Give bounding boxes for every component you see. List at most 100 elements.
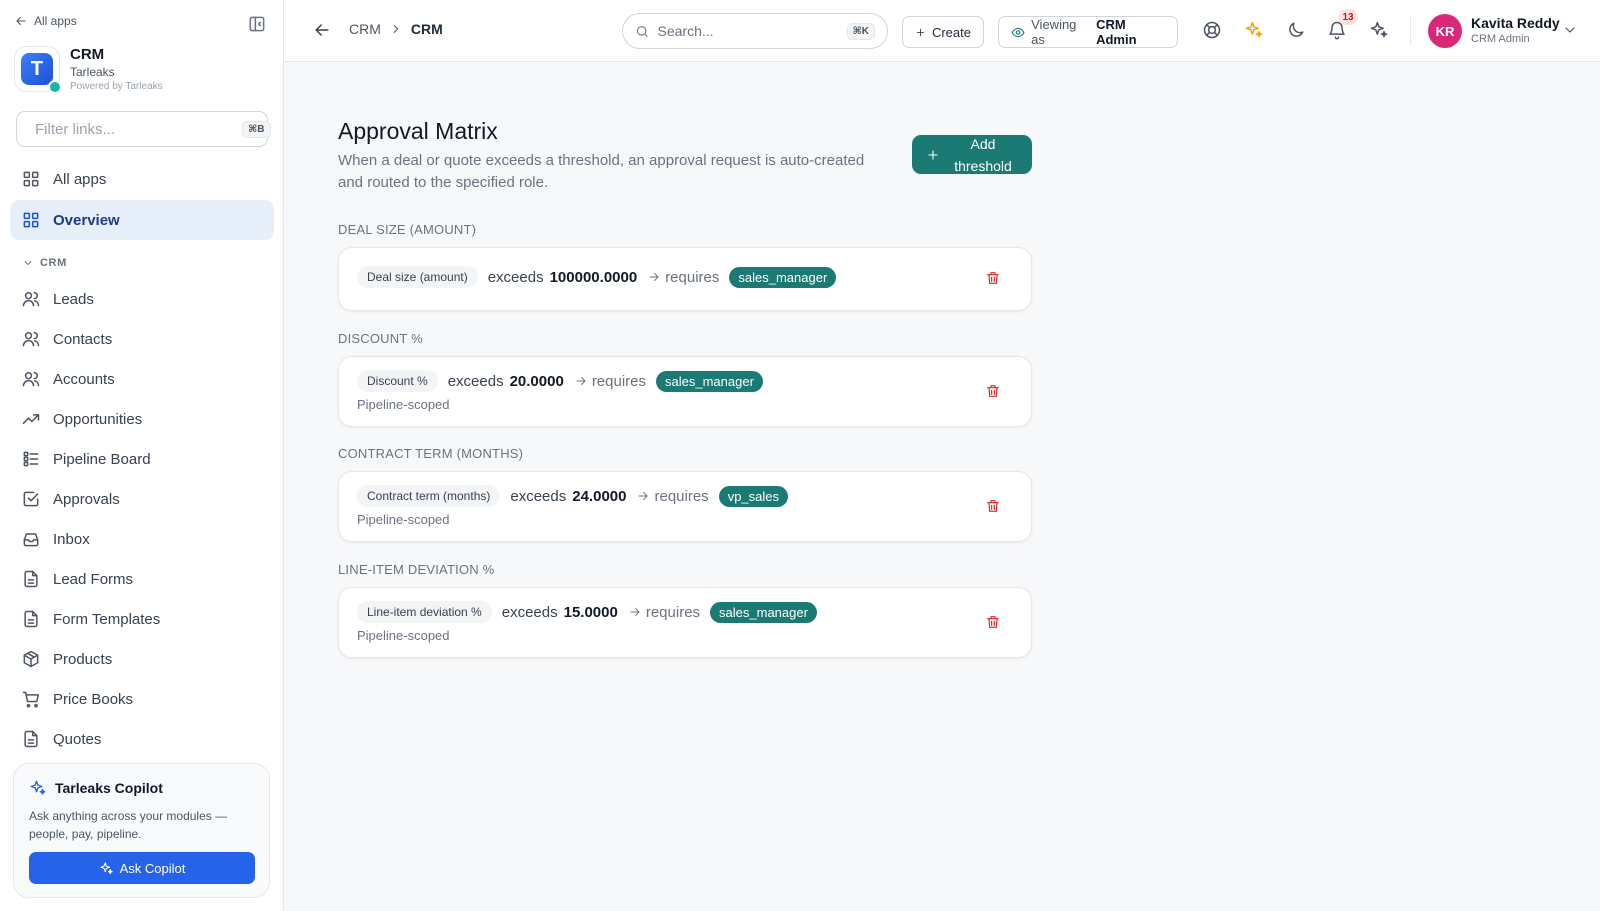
threshold-rule-card: Discount % exceeds 20.0000 requires sale…: [338, 356, 1032, 427]
top-bar: CRM CRM ⌘K Create Viewing as CRM Admin 1…: [284, 0, 1600, 62]
inbox-icon: [23, 533, 39, 547]
sidebar-item-approvals[interactable]: Approvals: [10, 479, 274, 519]
approver-role-chip: vp_sales: [718, 485, 788, 507]
app-logo-tile: T: [21, 53, 53, 85]
metric-chip: Contract term (months): [357, 485, 501, 507]
sidebar-item-all-apps[interactable]: All apps: [10, 159, 274, 199]
filter-links-input[interactable]: [35, 120, 234, 138]
sidebar-item-label: Inbox: [53, 530, 90, 548]
threshold-rule: Discount % exceeds 20.0000 requires sale…: [357, 370, 763, 392]
viewing-as-button[interactable]: Viewing as CRM Admin: [998, 16, 1178, 48]
sidebar-item-label: Lead Forms: [53, 570, 134, 588]
trash-icon: [987, 385, 999, 397]
threshold-rule-card: Contract term (months) exceeds 24.0000 r…: [338, 471, 1032, 542]
powered-by: Powered by Tarleaks: [70, 81, 163, 92]
users-icon: [22, 332, 40, 347]
sidebar-item-label: Contacts: [53, 330, 113, 348]
collapse-sidebar-button[interactable]: [247, 14, 267, 34]
approver-role-chip: sales_manager: [710, 601, 817, 623]
sidebar-section-crm[interactable]: CRM: [22, 257, 67, 269]
sparkles-icon: [1245, 21, 1263, 38]
package-icon: [23, 650, 39, 668]
sidebar-item-contacts[interactable]: Contacts: [10, 319, 274, 359]
search-shortcut-hint: ⌘K: [846, 22, 875, 40]
copilot-description: Ask anything across your modules — peopl…: [29, 809, 228, 841]
sidebar-item-products[interactable]: Products: [10, 639, 274, 679]
help-button[interactable]: [1202, 20, 1224, 42]
ask-copilot-label: Ask Copilot: [119, 860, 186, 876]
delete-threshold-button[interactable]: [985, 383, 1003, 401]
threshold-value: 100000.0000: [549, 268, 638, 286]
eye-icon: [1011, 27, 1025, 37]
user-name[interactable]: Kavita Reddy: [1471, 15, 1560, 31]
copilot-button[interactable]: [1369, 20, 1391, 42]
back-button[interactable]: [312, 20, 332, 40]
exceeds-word: exceeds: [447, 372, 504, 390]
breadcrumb-item[interactable]: CRM: [349, 21, 381, 37]
sidebar-item-accounts[interactable]: Accounts: [10, 359, 274, 399]
user-avatar[interactable]: KR: [1428, 14, 1462, 48]
arrow-right-icon: [638, 492, 649, 500]
group-heading: DISCOUNT %: [338, 331, 423, 346]
metric-chip: Line-item deviation %: [357, 601, 492, 623]
create-label: Create: [931, 24, 971, 40]
sidebar-item-label: Price Books: [53, 690, 134, 708]
chevron-right-icon: [393, 24, 399, 34]
arrow-right-icon: [576, 377, 586, 385]
sidebar-item-leads[interactable]: Leads: [10, 279, 274, 319]
sidebar-item-lead-forms[interactable]: Lead Forms: [10, 559, 274, 599]
viewing-as-prefix: Viewing as: [1031, 17, 1077, 47]
sidebar-item-quotes[interactable]: Quotes: [10, 719, 274, 759]
threshold-rule: Contract term (months) exceeds 24.0000 r…: [357, 485, 788, 507]
sidebar-item-pipeline-board[interactable]: Pipeline Board: [10, 439, 274, 479]
exceeds-word: exceeds: [501, 603, 558, 621]
threshold-value: 15.0000: [563, 603, 618, 621]
sidebar-item-label: Leads: [53, 290, 94, 308]
breadcrumb-current: CRM: [410, 21, 443, 37]
back-to-all-apps-link[interactable]: All apps: [14, 14, 77, 28]
grid-icon: [23, 212, 39, 228]
create-button[interactable]: Create: [902, 16, 984, 48]
global-search-input[interactable]: [657, 23, 839, 39]
sidebar-collapse-icon: [249, 16, 265, 32]
global-search-field: ⌘K: [622, 13, 888, 49]
add-threshold-button[interactable]: Add threshold: [912, 135, 1032, 174]
sidebar-item-label: Form Templates: [53, 610, 161, 628]
page-description: When a deal or quote exceeds a threshold…: [338, 152, 865, 191]
arrow-left-icon: [16, 16, 26, 26]
scope-label: Pipeline-scoped: [357, 397, 450, 412]
sidebar-item-inbox[interactable]: Inbox: [10, 519, 274, 559]
metric-chip: Deal size (amount): [357, 266, 478, 288]
scope-label: Pipeline-scoped: [357, 512, 450, 527]
sidebar-item-label: Opportunities: [53, 410, 143, 428]
arrow-right-icon: [649, 273, 659, 281]
ai-features-button[interactable]: [1244, 20, 1266, 42]
sidebar-item-form-templates[interactable]: Form Templates: [10, 599, 274, 639]
filter-shortcut-hint: ⌘B: [242, 120, 271, 138]
file-icon: [24, 730, 38, 748]
page-title: Approval Matrix: [338, 118, 498, 144]
user-menu-toggle[interactable]: [1562, 22, 1578, 38]
app-logo: T: [14, 46, 62, 94]
sidebar-item-overview[interactable]: Overview: [10, 200, 274, 240]
ask-copilot-button[interactable]: Ask Copilot: [29, 852, 255, 884]
exceeds-word: exceeds: [487, 268, 544, 286]
plus-icon: [928, 149, 938, 160]
delete-threshold-button[interactable]: [985, 614, 1003, 632]
group-heading: CONTRACT TERM (MONTHS): [338, 446, 524, 461]
requires-arrow: requires: [636, 488, 709, 505]
breadcrumb: CRM CRM: [349, 21, 443, 37]
theme-toggle-button[interactable]: [1286, 20, 1308, 42]
check-square-icon: [23, 491, 39, 507]
sidebar-item-price-books[interactable]: Price Books: [10, 679, 274, 719]
delete-threshold-button[interactable]: [985, 498, 1003, 516]
trending-up-icon: [22, 414, 40, 424]
search-icon: [636, 25, 648, 37]
approver-role-chip: sales_manager: [729, 266, 837, 288]
copilot-title-text: Tarleaks Copilot: [55, 780, 163, 796]
org-name: Tarleaks: [70, 65, 115, 79]
section-label: CRM: [40, 257, 67, 269]
sidebar-item-opportunities[interactable]: Opportunities: [10, 399, 274, 439]
delete-threshold-button[interactable]: [985, 270, 1003, 288]
threshold-rule-card: Deal size (amount) exceeds 100000.0000 r…: [338, 247, 1032, 311]
